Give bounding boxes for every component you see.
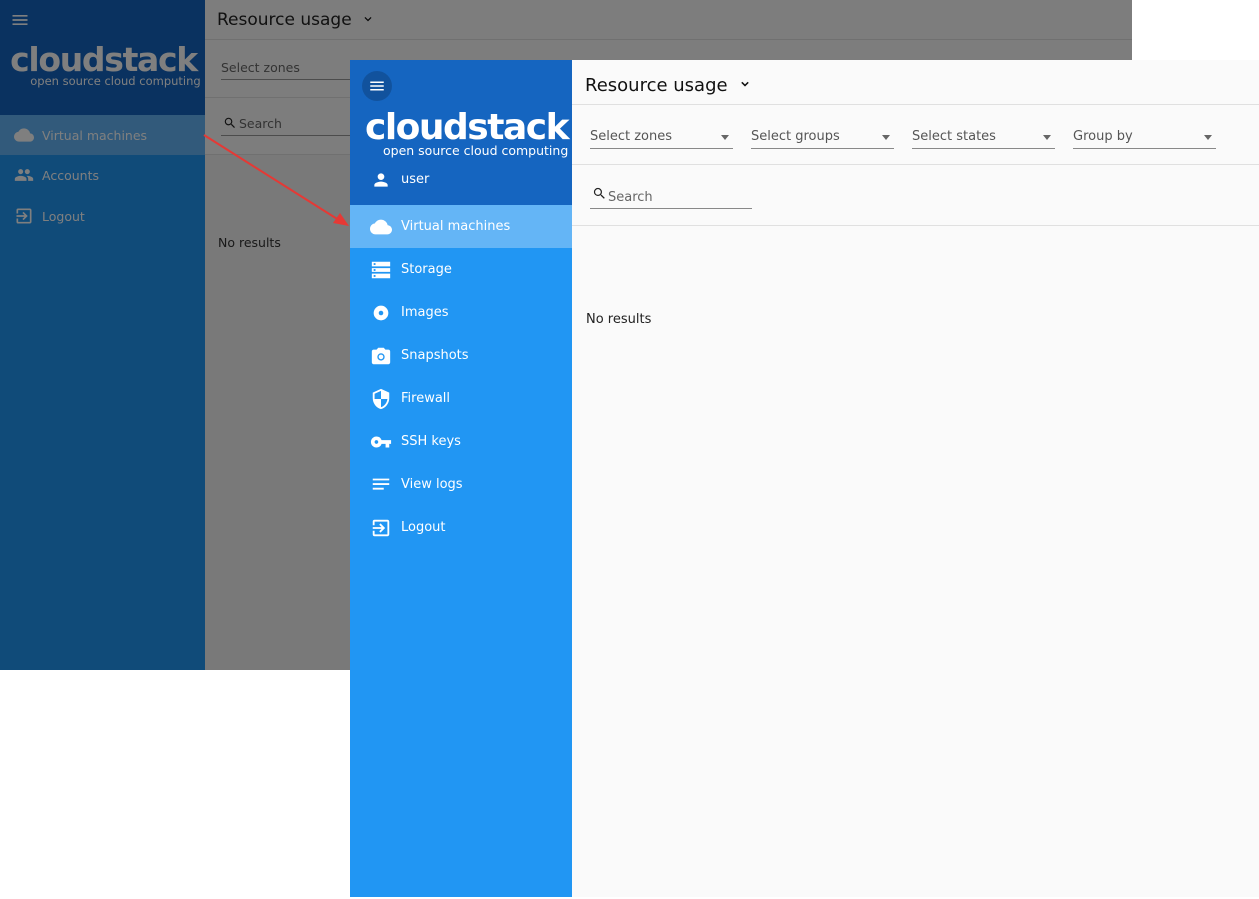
dropdown-arrow-icon bbox=[1043, 135, 1051, 140]
sidebar-item-label: View logs bbox=[401, 477, 463, 492]
logo: cloudstack open source cloud computing bbox=[350, 107, 572, 157]
sidebar-item-logout[interactable]: Logout bbox=[350, 506, 572, 549]
sidebar-item-label: SSH keys bbox=[401, 434, 461, 449]
search-bar: Search bbox=[572, 165, 1259, 226]
sidebar-item-virtual-machines[interactable]: Virtual machines bbox=[350, 205, 572, 248]
sidebar-item-images[interactable]: Images bbox=[350, 291, 572, 334]
storage-icon bbox=[371, 261, 391, 279]
select-label: Select zones bbox=[590, 129, 673, 144]
topbar: Resource usage bbox=[572, 60, 1259, 105]
sidebar-item-label: Snapshots bbox=[401, 348, 469, 363]
states-select[interactable]: Select states bbox=[912, 127, 1055, 149]
disc-icon bbox=[373, 305, 389, 321]
list-icon bbox=[372, 478, 390, 490]
sidebar-item-firewall[interactable]: Firewall bbox=[350, 377, 572, 420]
group-by-select[interactable]: Group by bbox=[1073, 127, 1216, 149]
sidebar-item-label: Logout bbox=[401, 520, 446, 535]
page-title: Resource usage bbox=[585, 75, 728, 96]
empty-state-text: No results bbox=[586, 312, 652, 327]
search-icon bbox=[593, 187, 605, 199]
sidebar-item-label: Firewall bbox=[401, 391, 451, 406]
comparison-canvas: cloudstack open source cloud computing V… bbox=[0, 0, 1259, 899]
menu-button[interactable] bbox=[362, 71, 392, 101]
shield-icon bbox=[372, 388, 390, 410]
search-input[interactable]: Search bbox=[590, 185, 752, 209]
dropdown-arrow-icon bbox=[721, 135, 729, 140]
sidebar-item-storage[interactable]: Storage bbox=[350, 248, 572, 291]
sidebar-item-view-logs[interactable]: View logs bbox=[350, 463, 572, 506]
select-label: Select groups bbox=[751, 129, 840, 144]
cloud-icon bbox=[370, 219, 392, 235]
select-label: Select states bbox=[912, 129, 996, 144]
front-screenshot: cloudstack open source cloud computing u… bbox=[350, 60, 1259, 897]
user-menu[interactable]: user bbox=[350, 165, 572, 195]
filter-bar: Select zones Select groups Select states… bbox=[572, 105, 1259, 165]
user-name: user bbox=[401, 172, 430, 187]
select-label: Group by bbox=[1073, 129, 1133, 144]
search-placeholder: Search bbox=[608, 190, 653, 205]
sidebar-header: cloudstack open source cloud computing u… bbox=[350, 60, 572, 205]
user-icon bbox=[374, 173, 388, 187]
sidebar-item-label: Images bbox=[401, 305, 449, 320]
menu-icon bbox=[370, 81, 384, 91]
zones-select[interactable]: Select zones bbox=[590, 127, 733, 149]
sidebar: cloudstack open source cloud computing u… bbox=[350, 60, 572, 897]
camera-icon bbox=[371, 347, 391, 365]
logo-tagline: open source cloud computing bbox=[383, 143, 569, 158]
main-area: Resource usage Select zones Select group… bbox=[572, 60, 1259, 897]
sidebar-item-label: Virtual machines bbox=[401, 219, 511, 234]
sidebar-item-ssh-keys[interactable]: SSH keys bbox=[350, 420, 572, 463]
logout-icon bbox=[372, 519, 390, 537]
groups-select[interactable]: Select groups bbox=[751, 127, 894, 149]
dropdown-arrow-icon bbox=[882, 135, 890, 140]
sidebar-item-label: Storage bbox=[401, 262, 452, 277]
sidebar-item-snapshots[interactable]: Snapshots bbox=[350, 334, 572, 377]
chevron-down-icon[interactable] bbox=[738, 77, 752, 91]
dropdown-arrow-icon bbox=[1204, 135, 1212, 140]
key-icon bbox=[370, 436, 392, 448]
